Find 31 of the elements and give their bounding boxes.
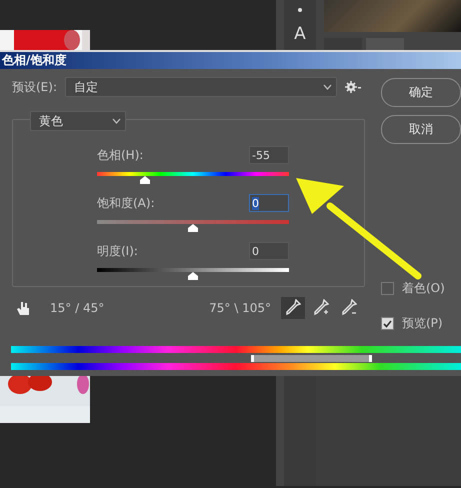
chevron-icon xyxy=(112,118,121,124)
checkbox[interactable] xyxy=(381,317,394,330)
dot-icon xyxy=(298,8,302,12)
range-reading: 15° / 45° xyxy=(50,301,104,315)
eyedropper-icon xyxy=(285,299,301,317)
eyedropper-minus-icon xyxy=(341,299,357,317)
cancel-button[interactable]: 取消 xyxy=(381,115,461,144)
type-tool[interactable]: A xyxy=(294,24,306,44)
chevron-icon xyxy=(323,84,332,90)
channel-dropdown[interactable]: 黄色 xyxy=(30,111,126,131)
eyedropper-button[interactable] xyxy=(281,297,305,319)
checkbox-label: 着色(O) xyxy=(402,280,445,297)
slider[interactable] xyxy=(97,268,289,280)
slider[interactable] xyxy=(97,220,289,232)
preset-dropdown[interactable]: 自定 xyxy=(65,77,337,97)
hand-icon[interactable] xyxy=(16,300,30,316)
checkbox[interactable] xyxy=(381,282,394,295)
range-reading: 75° \ 105° xyxy=(209,301,271,315)
slider-label: 饱和度(A): xyxy=(97,194,155,212)
window-title: 色相/饱和度 xyxy=(2,52,66,69)
slider-label: 色相(H): xyxy=(97,146,144,164)
eyedropper-plus-icon xyxy=(313,299,329,317)
preset-label: 预设(E): xyxy=(12,78,57,96)
slider[interactable] xyxy=(97,172,289,184)
settings-icon[interactable] xyxy=(345,81,361,93)
value-field[interactable]: 0 xyxy=(249,242,289,260)
slider-label: 明度(I): xyxy=(97,242,138,260)
ok-button[interactable]: 确定 xyxy=(381,78,461,107)
value-field[interactable]: 0 xyxy=(249,194,289,212)
value-field[interactable]: -55 xyxy=(249,146,289,164)
checkbox-label: 预览(P) xyxy=(402,315,443,332)
